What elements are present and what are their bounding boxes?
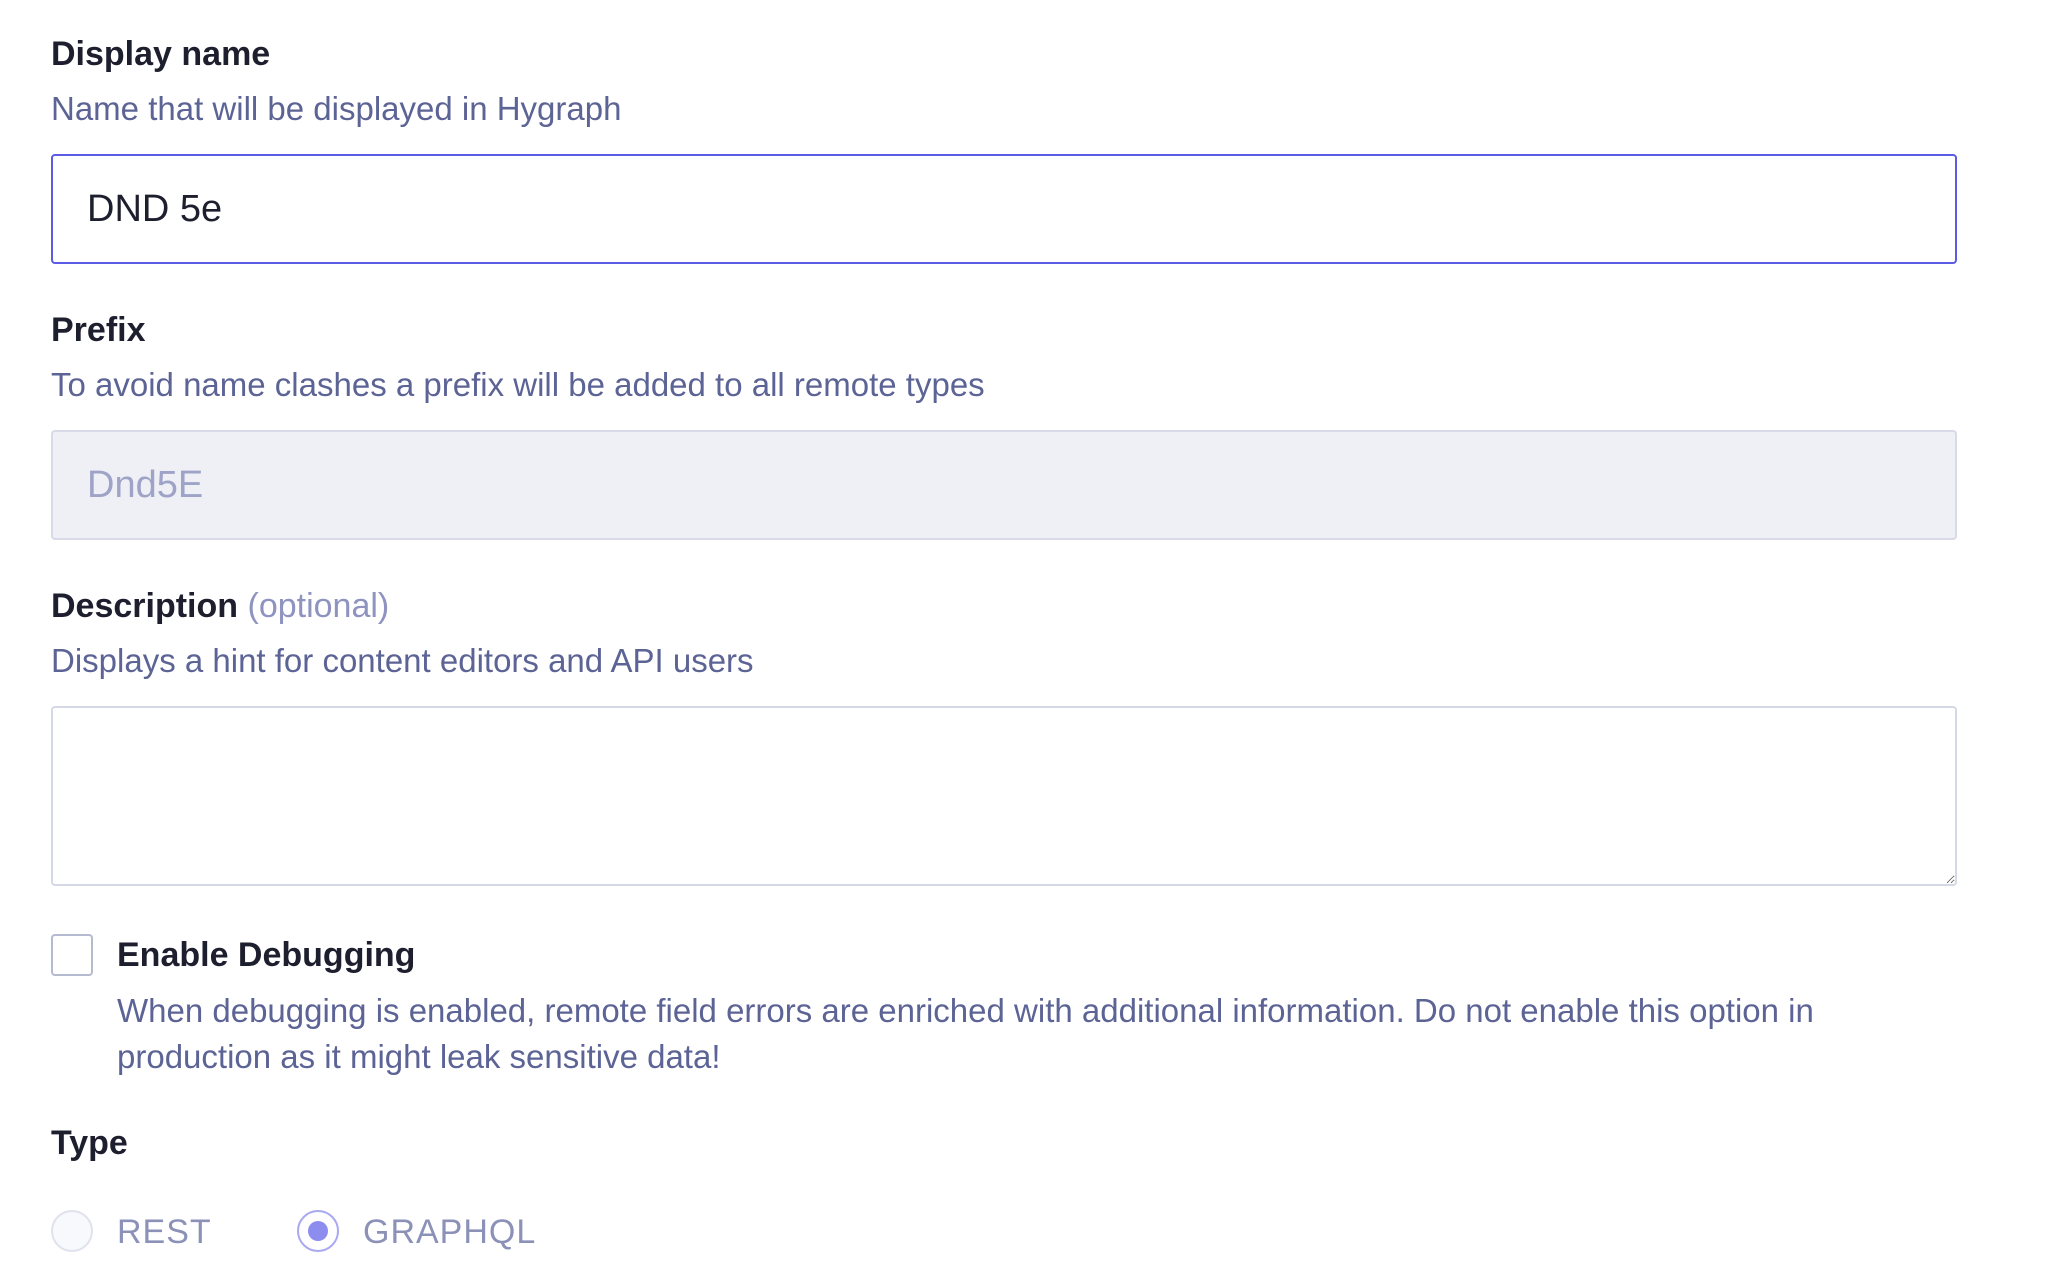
description-textarea[interactable] <box>51 706 1957 886</box>
prefix-label: Prefix <box>51 311 146 349</box>
prefix-hint: To avoid name clashes a prefix will be a… <box>51 366 985 403</box>
display-name-input[interactable] <box>51 154 1957 264</box>
type-radio-graphql-label[interactable]: GRAPHQL <box>363 1215 536 1249</box>
type-label: Type <box>51 1124 128 1162</box>
description-label: Description (optional) <box>51 589 389 623</box>
enable-debugging-label[interactable]: Enable Debugging <box>117 938 415 972</box>
optional-tag: (optional) <box>247 587 390 625</box>
enable-debugging-checkbox[interactable] <box>51 934 93 976</box>
type-radio-rest-label[interactable]: REST <box>117 1215 212 1249</box>
description-hint: Displays a hint for content editors and … <box>51 642 754 679</box>
enable-debugging-hint: When debugging is enabled, remote field … <box>117 992 1814 1075</box>
prefix-input <box>51 430 1957 540</box>
type-radio-rest[interactable] <box>51 1210 93 1252</box>
type-radio-graphql[interactable] <box>297 1210 339 1252</box>
display-name-hint: Name that will be displayed in Hygraph <box>51 90 622 127</box>
description-label-text: Description <box>51 587 239 625</box>
display-name-label: Display name <box>51 35 271 73</box>
